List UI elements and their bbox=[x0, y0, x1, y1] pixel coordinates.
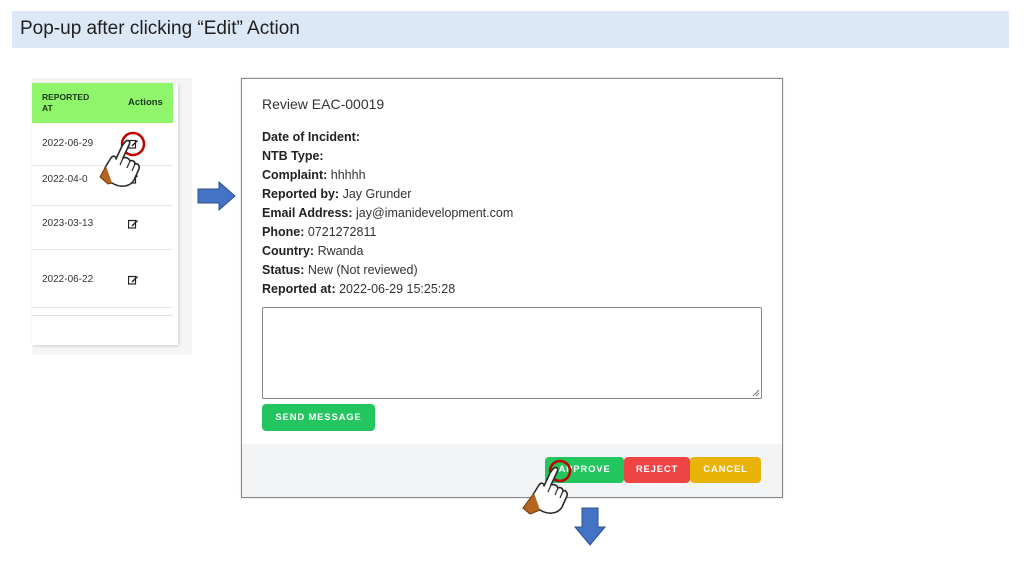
header-reported-at: REPORTED AT bbox=[42, 92, 90, 113]
right-arrow-icon bbox=[197, 181, 236, 211]
edit-icon[interactable] bbox=[128, 275, 138, 285]
reports-table-crop: REPORTED AT Actions 2022-06-29 2022-04-0… bbox=[32, 78, 192, 355]
message-textarea[interactable] bbox=[262, 307, 762, 399]
detail-value: Jay Grunder bbox=[342, 187, 412, 201]
detail-label: Complaint: bbox=[262, 168, 328, 182]
send-message-button[interactable]: SEND MESSAGE bbox=[262, 404, 375, 431]
row-date: 2022-04-0 bbox=[42, 174, 88, 185]
edit-icon[interactable] bbox=[128, 219, 138, 229]
row-date: 2022-06-22 bbox=[42, 274, 94, 285]
detail-label: Email Address: bbox=[262, 206, 353, 220]
row-date: 2022-06-29 bbox=[42, 138, 94, 149]
row-date: 2023-03-13 bbox=[42, 218, 94, 229]
detail-label: Phone: bbox=[262, 225, 305, 239]
detail-complaint: Complaint: hhhhh bbox=[262, 168, 366, 182]
slide-title-bar: Pop-up after clicking “Edit” Action bbox=[12, 11, 1009, 48]
detail-date-of-incident: Date of Incident: bbox=[262, 130, 360, 144]
detail-label: Date of Incident: bbox=[262, 130, 360, 144]
table-row: 2022-06-22 bbox=[32, 249, 173, 308]
pointing-hand-icon bbox=[99, 131, 146, 187]
slide-title: Pop-up after clicking “Edit” Action bbox=[20, 18, 300, 39]
reject-button[interactable]: REJECT bbox=[624, 457, 690, 483]
cancel-button[interactable]: CANCEL bbox=[690, 457, 761, 483]
modal-footer: APPROVE REJECT CANCEL bbox=[242, 444, 782, 497]
modal-title: Review EAC-00019 bbox=[262, 96, 385, 112]
reports-table: REPORTED AT Actions 2022-06-29 2022-04-0… bbox=[32, 83, 178, 345]
detail-reported-at: Reported at: 2022-06-29 15:25:28 bbox=[262, 282, 455, 296]
down-arrow-icon bbox=[574, 507, 606, 546]
detail-value: New (Not reviewed) bbox=[307, 263, 418, 277]
detail-value: hhhhh bbox=[330, 168, 366, 182]
detail-status: Status: New (Not reviewed) bbox=[262, 263, 418, 277]
table-divider bbox=[32, 315, 173, 316]
detail-email: Email Address: jay@imanidevelopment.com bbox=[262, 206, 513, 220]
detail-ntb-type: NTB Type: bbox=[262, 149, 324, 163]
detail-label: Country: bbox=[262, 244, 315, 258]
table-header: REPORTED AT Actions bbox=[32, 83, 173, 123]
detail-label: Status: bbox=[262, 263, 305, 277]
resize-grip-icon[interactable] bbox=[752, 389, 760, 397]
detail-label: Reported by: bbox=[262, 187, 340, 201]
pointing-hand-icon bbox=[522, 459, 572, 515]
header-actions: Actions bbox=[128, 97, 163, 108]
review-modal: Review EAC-00019 Date of Incident: NTB T… bbox=[241, 78, 783, 498]
detail-reported-by: Reported by: Jay Grunder bbox=[262, 187, 411, 201]
detail-label: Reported at: bbox=[262, 282, 336, 296]
detail-value: jay@imanidevelopment.com bbox=[356, 206, 514, 220]
detail-value: 0721272811 bbox=[307, 225, 377, 239]
detail-value: Rwanda bbox=[317, 244, 364, 258]
table-row: 2023-03-13 bbox=[32, 205, 173, 250]
detail-country: Country: Rwanda bbox=[262, 244, 363, 258]
detail-label: NTB Type: bbox=[262, 149, 324, 163]
detail-phone: Phone: 0721272811 bbox=[262, 225, 376, 239]
detail-value: 2022-06-29 15:25:28 bbox=[339, 282, 456, 296]
